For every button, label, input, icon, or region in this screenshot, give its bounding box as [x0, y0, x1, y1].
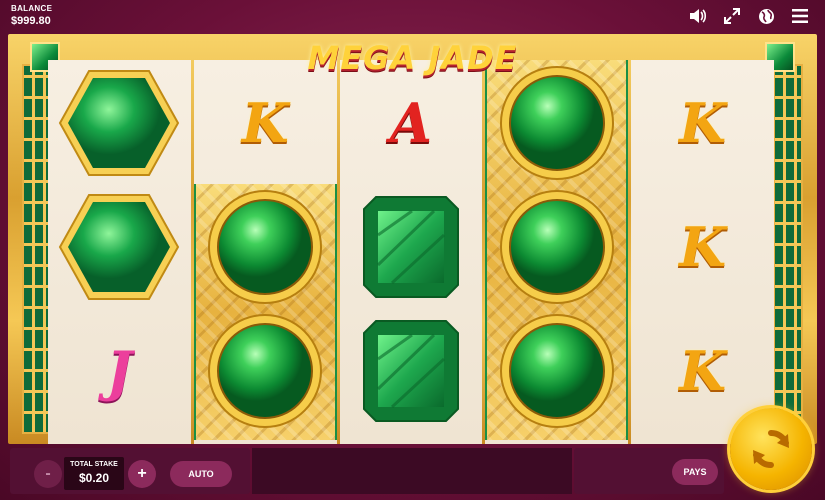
- auto-button[interactable]: AUTO: [170, 461, 232, 487]
- hexagon-jade-icon: [59, 194, 180, 300]
- reel-3: A: [339, 60, 483, 444]
- pays-button[interactable]: PAYS: [672, 459, 718, 485]
- symbol-letter: J: [48, 310, 191, 432]
- symbol-j: J: [106, 339, 133, 403]
- symbol-hexagon-jade: [48, 62, 191, 184]
- symbol-letter: K: [631, 186, 774, 308]
- menu-icon[interactable]: [791, 7, 809, 25]
- symbol-round-jade: [485, 186, 628, 308]
- symbol-square-emerald: [340, 186, 483, 308]
- total-stake-label: TOTAL STAKE: [70, 461, 118, 468]
- symbol-square-emerald: [340, 310, 483, 432]
- stake-panel: - TOTAL STAKE $0.20 + AUTO: [10, 448, 250, 494]
- reel-2: K: [193, 60, 337, 444]
- spin-button[interactable]: [730, 408, 812, 490]
- symbol-k: K: [679, 339, 727, 403]
- symbol-round-jade: [194, 310, 337, 432]
- reels: J K A K K K: [48, 60, 774, 444]
- square-emerald-icon: [362, 320, 459, 422]
- symbol-round-jade: [485, 310, 628, 432]
- symbol-letter: A: [340, 62, 483, 184]
- bottom-bar: - TOTAL STAKE $0.20 + AUTO PAYS: [0, 446, 825, 500]
- reel-5: K K K: [631, 60, 774, 444]
- symbol-k: K: [679, 215, 727, 279]
- symbol-letter: K: [194, 62, 337, 184]
- symbol-k: K: [241, 91, 289, 155]
- balance-display: BALANCE $999.80: [11, 4, 52, 27]
- spin-arrows-icon: [753, 429, 789, 469]
- round-jade-icon: [499, 314, 614, 428]
- symbol-k: K: [679, 91, 727, 155]
- total-stake-value: $0.20: [78, 471, 110, 485]
- symbol-round-jade: [194, 186, 337, 308]
- top-bar: BALANCE $999.80: [0, 0, 825, 34]
- symbol-a: A: [390, 91, 432, 155]
- globe-icon[interactable]: [757, 7, 775, 25]
- right-ornament: [773, 64, 803, 434]
- symbol-hexagon-jade: [48, 186, 191, 308]
- logo-text: MEGA JADE: [307, 39, 518, 77]
- message-panel: [252, 448, 572, 494]
- round-jade-icon: [499, 66, 614, 180]
- fullscreen-icon[interactable]: [723, 7, 741, 25]
- decrease-stake-button[interactable]: -: [34, 460, 62, 488]
- balance-value: $999.80: [11, 15, 51, 27]
- balance-label: BALANCE: [11, 4, 53, 13]
- symbol-letter: K: [631, 62, 774, 184]
- square-emerald-icon: [362, 196, 459, 298]
- volume-icon[interactable]: [689, 7, 707, 25]
- round-jade-icon: [208, 190, 323, 304]
- increase-stake-button[interactable]: +: [128, 460, 156, 488]
- symbol-round-jade: [485, 62, 628, 184]
- game-logo: MEGA JADE: [300, 36, 525, 80]
- total-stake-display: TOTAL STAKE $0.20: [64, 457, 124, 490]
- reel-1: J: [48, 60, 191, 444]
- hexagon-jade-icon: [59, 70, 180, 176]
- reel-4: [485, 60, 629, 444]
- round-jade-icon: [208, 314, 323, 428]
- round-jade-icon: [499, 190, 614, 304]
